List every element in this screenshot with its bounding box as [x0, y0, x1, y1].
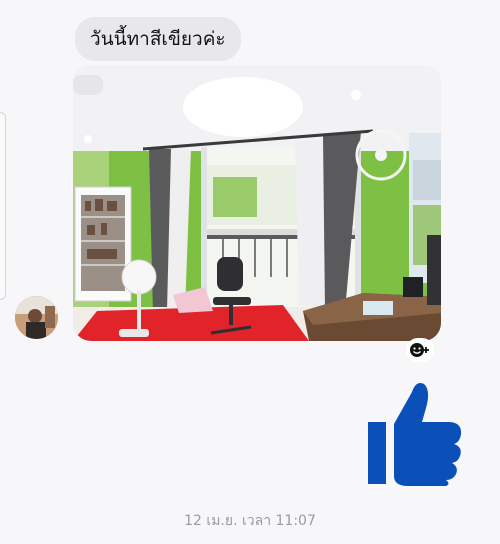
message-bubble[interactable]: วันนี้ทาสีเขียวค่ะ: [75, 17, 241, 61]
avatar[interactable]: [15, 296, 58, 339]
photo-message[interactable]: [73, 65, 441, 341]
message-timestamp: 12 เม.ย. เวลา 11:07: [184, 513, 316, 529]
avatar-image: [15, 296, 58, 339]
smiley-plus-icon: [410, 343, 429, 357]
thumbs-up-icon[interactable]: [368, 378, 466, 486]
message-text: วันนี้ทาสีเขียวค่ะ: [90, 28, 226, 50]
add-reaction-button[interactable]: [406, 338, 434, 362]
room-photo-image: [73, 65, 441, 341]
side-panel-handle[interactable]: [0, 112, 6, 300]
